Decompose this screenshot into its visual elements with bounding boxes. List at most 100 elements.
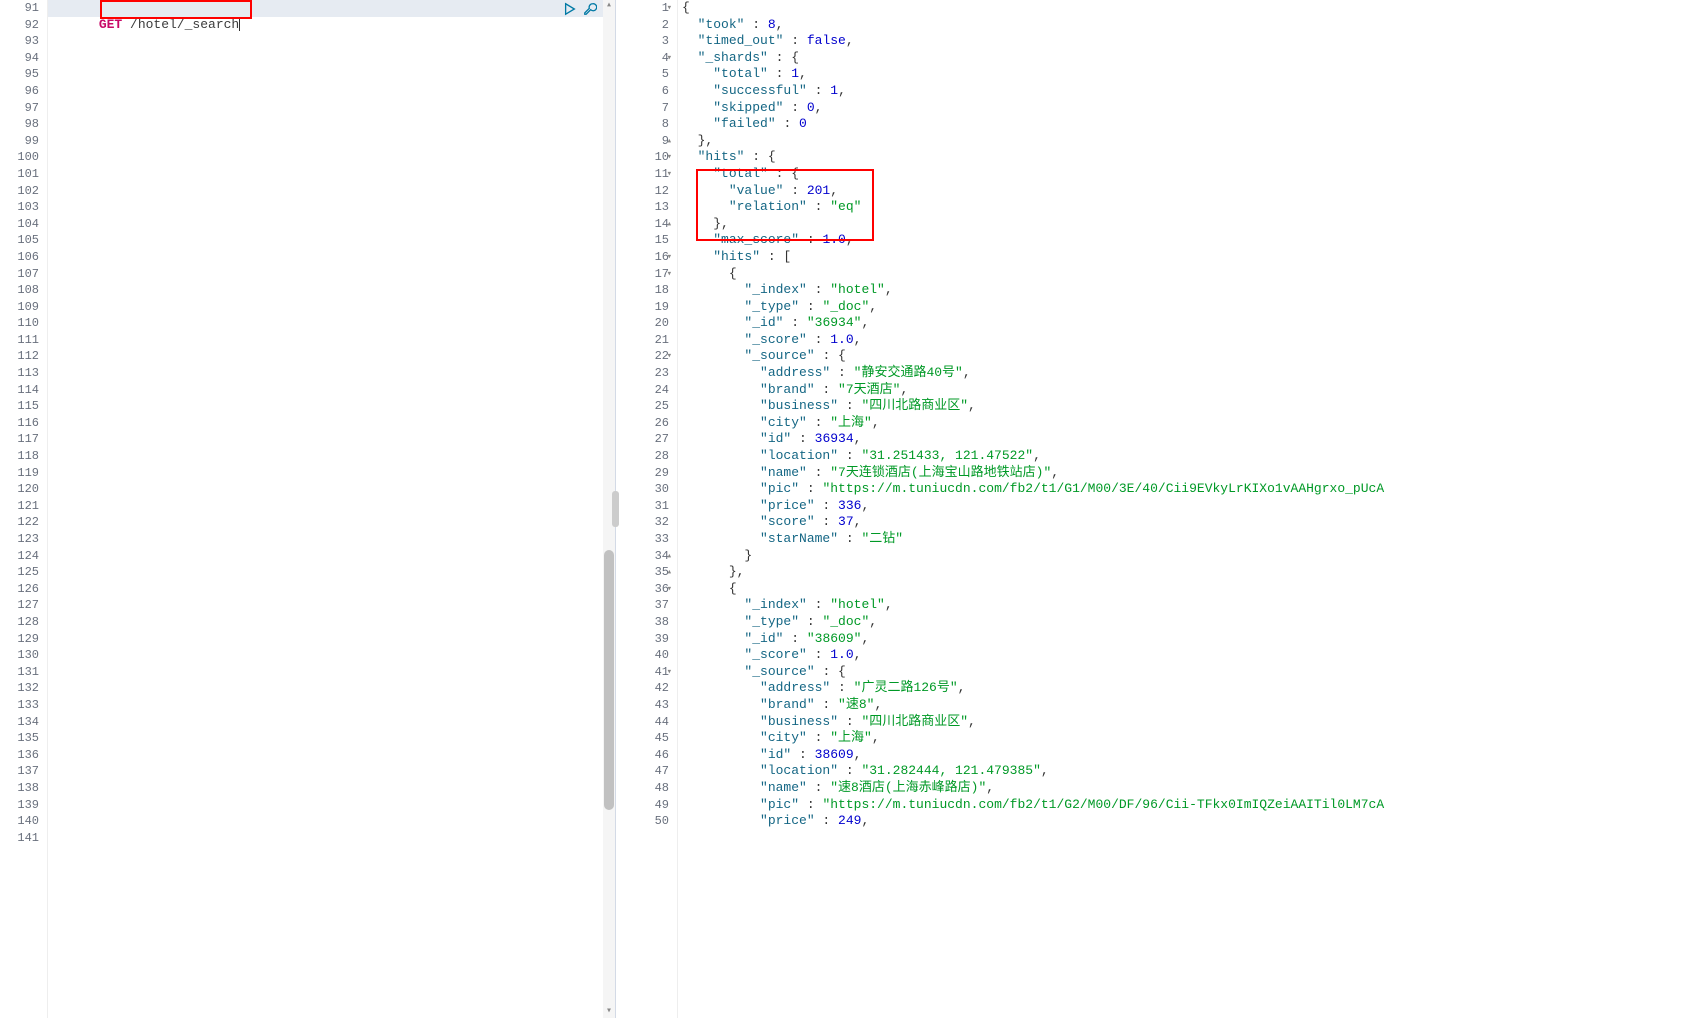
code-line[interactable]: "pic" : "https://m.tuniucdn.com/fb2/t1/G… xyxy=(678,481,1692,498)
code-line[interactable]: }, xyxy=(678,564,1692,581)
token-key: "price" xyxy=(760,498,815,513)
code-line[interactable]: "_score" : 1.0, xyxy=(678,647,1692,664)
fold-marker-icon[interactable]: ▴ xyxy=(667,564,672,581)
wrench-icon[interactable] xyxy=(583,2,597,16)
fold-marker-icon[interactable]: ▾ xyxy=(667,348,672,365)
fold-marker-icon[interactable]: ▾ xyxy=(667,266,672,283)
token-number: 36934 xyxy=(815,431,854,446)
code-line[interactable]: } xyxy=(678,548,1692,565)
code-line[interactable]: "total" : 1, xyxy=(678,66,1692,83)
code-line[interactable]: "hits" : { xyxy=(678,149,1692,166)
request-line[interactable]: GET /hotel/_search xyxy=(48,0,615,17)
token-punct: : xyxy=(838,714,861,729)
code-line[interactable]: "brand" : "7天酒店", xyxy=(678,382,1692,399)
code-line[interactable]: "skipped" : 0, xyxy=(678,100,1692,117)
code-line[interactable]: "successful" : 1, xyxy=(678,83,1692,100)
code-line[interactable]: "pic" : "https://m.tuniucdn.com/fb2/t1/G… xyxy=(678,797,1692,814)
line-number: 122 xyxy=(0,514,39,531)
code-line[interactable]: "business" : "四川北路商业区", xyxy=(678,714,1692,731)
token-number: 38609 xyxy=(815,747,854,762)
code-line[interactable]: { xyxy=(678,581,1692,598)
run-icon[interactable] xyxy=(563,2,577,16)
code-line[interactable]: "name" : "7天连锁酒店(上海宝山路地铁站店)", xyxy=(678,465,1692,482)
line-number: 92 xyxy=(0,17,39,34)
left-scrollbar-thumb[interactable] xyxy=(604,550,614,810)
code-line[interactable]: }, xyxy=(678,216,1692,233)
line-number: 101 xyxy=(0,166,39,183)
code-line[interactable]: "_type" : "_doc", xyxy=(678,614,1692,631)
fold-marker-icon[interactable]: ▴ xyxy=(667,548,672,565)
token-punct: : xyxy=(807,465,830,480)
code-line[interactable]: "_id" : "38609", xyxy=(678,631,1692,648)
token-key: "took" xyxy=(698,17,745,32)
left-code-area[interactable]: GET /hotel/_search xyxy=(48,0,615,1018)
code-line[interactable]: "failed" : 0 xyxy=(678,116,1692,133)
code-line[interactable]: { xyxy=(678,0,1692,17)
line-number: 48 xyxy=(616,780,669,797)
fold-marker-icon[interactable]: ▾ xyxy=(667,581,672,598)
code-line[interactable]: "timed_out" : false, xyxy=(678,33,1692,50)
code-line[interactable]: "_index" : "hotel", xyxy=(678,597,1692,614)
line-number: 96 xyxy=(0,83,39,100)
token-key: "price" xyxy=(760,813,815,828)
code-line[interactable]: "id" : 36934, xyxy=(678,431,1692,448)
scroll-up-arrow[interactable]: ▴ xyxy=(603,0,615,12)
token-key: "hits" xyxy=(698,149,745,164)
code-line[interactable]: "value" : 201, xyxy=(678,183,1692,200)
token-key: "business" xyxy=(760,398,838,413)
code-line[interactable]: "relation" : "eq" xyxy=(678,199,1692,216)
code-line[interactable]: "brand" : "速8", xyxy=(678,697,1692,714)
fold-marker-icon[interactable]: ▾ xyxy=(667,50,672,67)
code-line[interactable]: "price" : 249, xyxy=(678,813,1692,830)
code-line[interactable]: "starName" : "二钻" xyxy=(678,531,1692,548)
token-key: "_type" xyxy=(744,299,799,314)
code-line[interactable]: "name" : "速8酒店(上海赤峰路店)", xyxy=(678,780,1692,797)
token-punct: : xyxy=(799,614,822,629)
line-number: 43 xyxy=(616,697,669,714)
token-punct: : xyxy=(807,83,830,98)
code-line[interactable]: "address" : "广灵二路126号", xyxy=(678,680,1692,697)
code-line[interactable]: "hits" : [ xyxy=(678,249,1692,266)
code-line[interactable]: "_source" : { xyxy=(678,348,1692,365)
token-punct: , xyxy=(968,398,976,413)
fold-marker-icon[interactable]: ▾ xyxy=(667,664,672,681)
code-line[interactable]: "business" : "四川北路商业区", xyxy=(678,398,1692,415)
code-line[interactable]: "_index" : "hotel", xyxy=(678,282,1692,299)
code-line[interactable]: "_source" : { xyxy=(678,664,1692,681)
code-line[interactable]: "city" : "上海", xyxy=(678,730,1692,747)
fold-marker-icon[interactable]: ▴ xyxy=(667,133,672,150)
code-line[interactable]: "id" : 38609, xyxy=(678,747,1692,764)
token-punct: : xyxy=(838,531,861,546)
code-line[interactable]: "max_score" : 1.0, xyxy=(678,232,1692,249)
line-number: 25 xyxy=(616,398,669,415)
fold-marker-icon[interactable]: ▴ xyxy=(667,216,672,233)
code-line[interactable]: "score" : 37, xyxy=(678,514,1692,531)
code-line[interactable]: "total" : { xyxy=(678,166,1692,183)
code-line[interactable]: "location" : "31.282444, 121.479385", xyxy=(678,763,1692,780)
line-number: 28 xyxy=(616,448,669,465)
fold-marker-icon[interactable]: ▾ xyxy=(667,149,672,166)
code-line[interactable]: }, xyxy=(678,133,1692,150)
code-line[interactable]: "_type" : "_doc", xyxy=(678,299,1692,316)
code-line[interactable]: "_shards" : { xyxy=(678,50,1692,67)
fold-marker-icon[interactable]: ▾ xyxy=(667,166,672,183)
fold-marker-icon[interactable]: ▾ xyxy=(667,0,672,17)
line-number: 45 xyxy=(616,730,669,747)
code-line[interactable]: "address" : "静安交通路40号", xyxy=(678,365,1692,382)
token-punct: , xyxy=(1033,448,1041,463)
code-line[interactable]: "location" : "31.251433, 121.47522", xyxy=(678,448,1692,465)
code-line[interactable]: "city" : "上海", xyxy=(678,415,1692,432)
line-number: 97 xyxy=(0,100,39,117)
code-line[interactable]: "_id" : "36934", xyxy=(678,315,1692,332)
token-punct: , xyxy=(986,780,994,795)
code-line[interactable]: "_score" : 1.0, xyxy=(678,332,1692,349)
code-line[interactable]: "price" : 336, xyxy=(678,498,1692,515)
fold-marker-icon[interactable]: ▾ xyxy=(667,249,672,266)
code-line[interactable]: "took" : 8, xyxy=(678,17,1692,34)
scroll-down-arrow[interactable]: ▾ xyxy=(603,1006,615,1018)
right-code-area[interactable]: { "took" : 8, "timed_out" : false, "_sha… xyxy=(678,0,1692,1018)
token-punct: , xyxy=(799,66,807,81)
line-number: 19 xyxy=(616,299,669,316)
token-string: "广灵二路126号" xyxy=(854,680,958,695)
code-line[interactable]: { xyxy=(678,266,1692,283)
